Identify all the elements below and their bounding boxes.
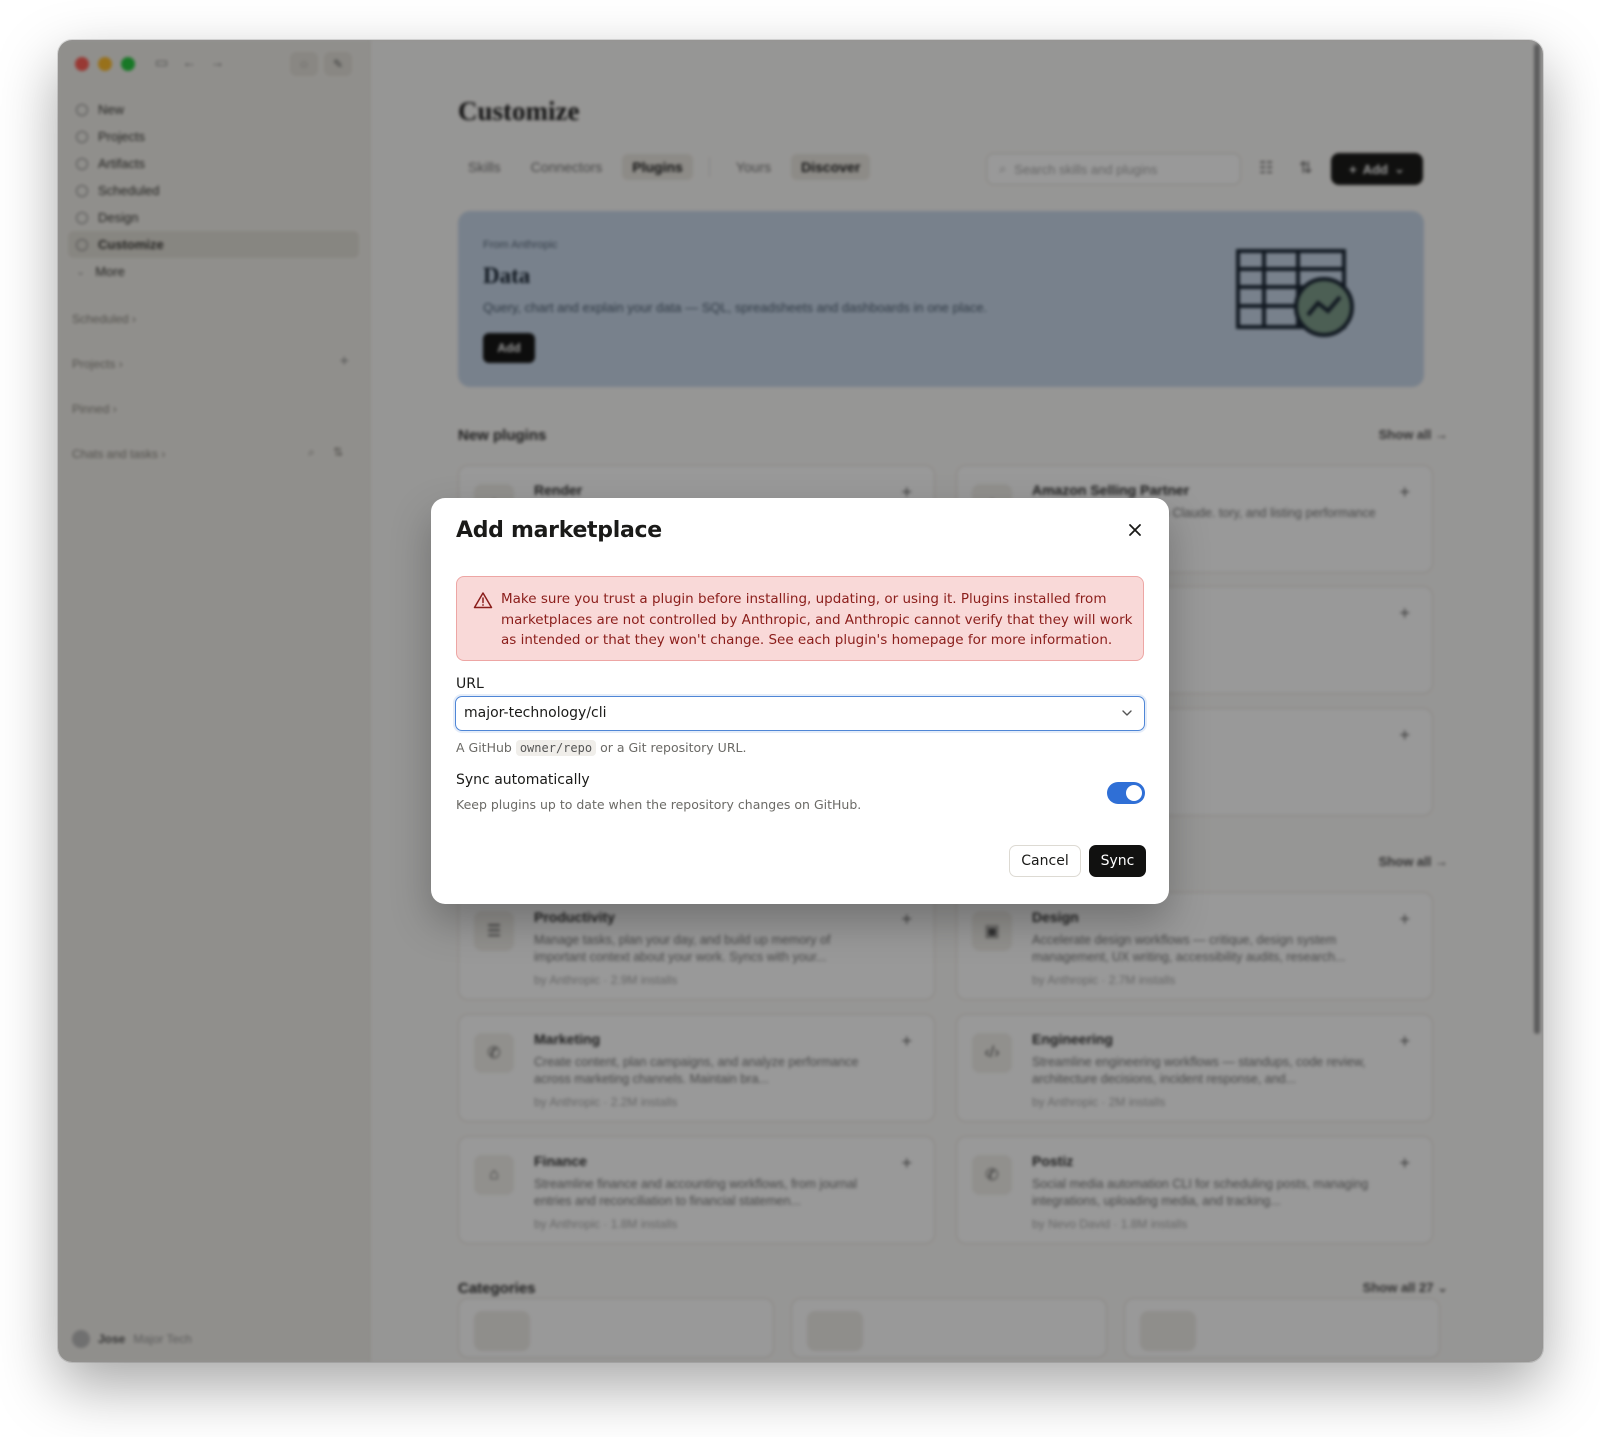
sync-description: Keep plugins up to date when the reposit…	[456, 797, 862, 812]
toggle-knob	[1126, 785, 1142, 801]
url-help-text: A GitHub owner/repo or a Git repository …	[456, 740, 747, 756]
url-help-prefix: A GitHub	[456, 740, 512, 755]
sync-button[interactable]: Sync	[1089, 845, 1146, 877]
cancel-button[interactable]: Cancel	[1009, 845, 1081, 877]
dialog-title: Add marketplace	[456, 518, 662, 543]
sync-toggle[interactable]	[1107, 782, 1145, 804]
warning-banner: Make sure you trust a plugin before inst…	[456, 576, 1144, 661]
sync-label: Sync automatically	[456, 772, 590, 788]
url-help-code: owner/repo	[515, 740, 597, 756]
url-label: URL	[456, 676, 484, 692]
warning-text: Make sure you trust a plugin before inst…	[501, 591, 1133, 648]
close-icon	[1129, 524, 1141, 536]
add-marketplace-dialog: Add marketplace Make sure you trust a pl…	[431, 498, 1169, 904]
url-combobox[interactable]	[455, 696, 1145, 731]
warning-icon	[473, 592, 493, 609]
url-input[interactable]	[464, 697, 1084, 729]
url-help-suffix: or a Git repository URL.	[600, 740, 747, 755]
chevron-down-icon[interactable]	[1120, 706, 1134, 720]
close-button[interactable]	[1123, 518, 1147, 542]
